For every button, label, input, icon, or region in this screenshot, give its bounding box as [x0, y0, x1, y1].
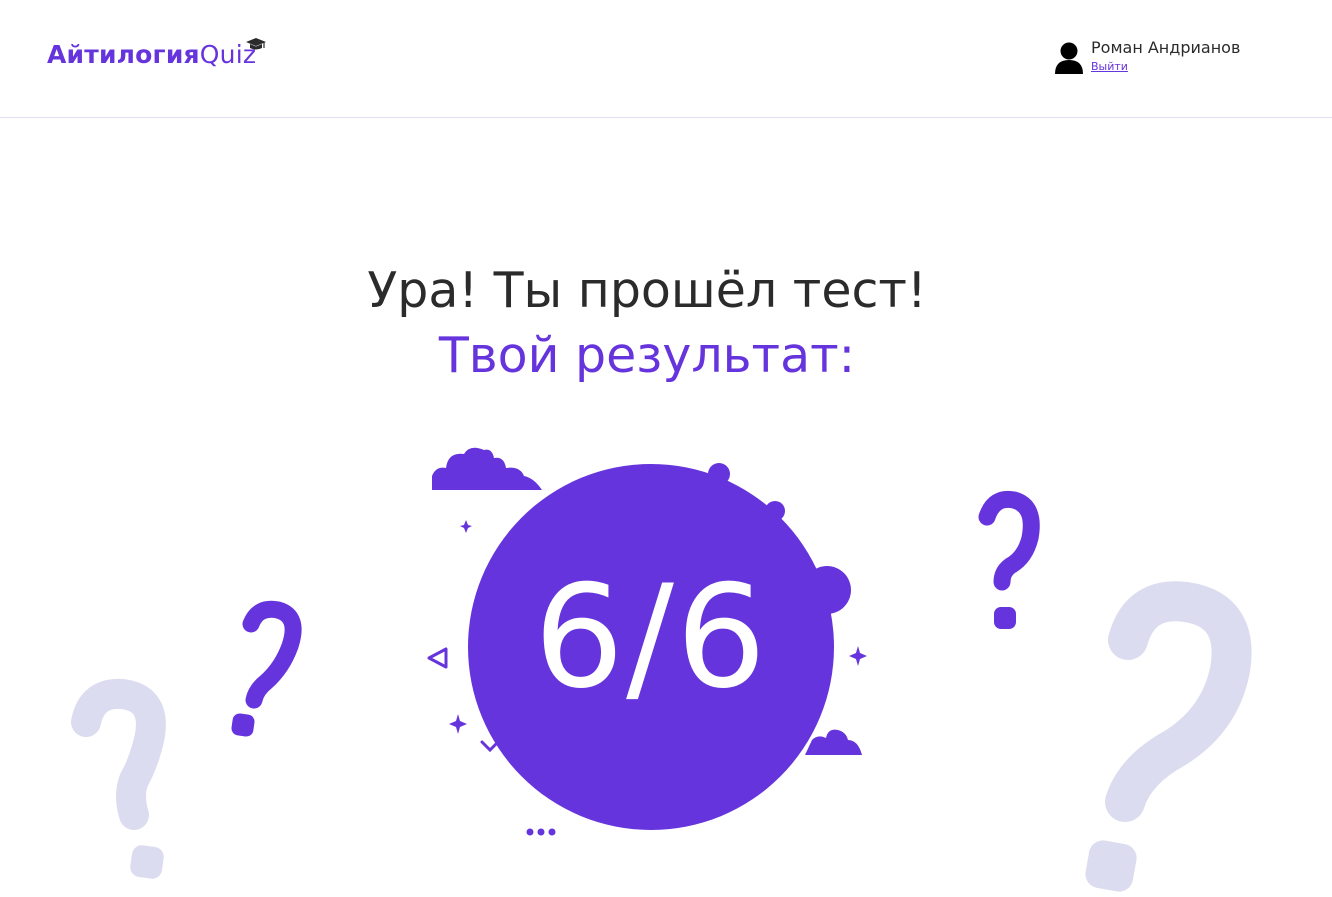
question-mark-dot: [231, 713, 255, 737]
dot: [526, 828, 534, 836]
header: АйтилогияQuiz Роман Андрианов Выйти: [0, 0, 1332, 118]
sparkle-icon: [849, 646, 867, 666]
logo[interactable]: АйтилогияQuiz: [47, 38, 267, 70]
question-mark-dot: [1085, 840, 1137, 892]
cloud-icon: [805, 729, 862, 755]
result-subtitle: Твой результат:: [438, 327, 856, 384]
result-title: Ура! Ты прошёл тест!: [367, 262, 927, 319]
score-circle: 6/6: [468, 464, 834, 830]
triangle-icon: [427, 647, 448, 669]
question-mark-icon: [978, 490, 1040, 591]
user-avatar-icon: [1055, 42, 1083, 74]
logo-main-text: Айтилогия: [47, 40, 200, 69]
dot: [537, 828, 545, 836]
cloud-icon: [432, 447, 542, 490]
question-mark-icon: [71, 678, 166, 830]
user-name: Роман Андрианов: [1091, 38, 1241, 57]
question-mark-dot: [130, 845, 164, 879]
graduation-cap-icon: [246, 38, 267, 50]
logout-link[interactable]: Выйти: [1091, 60, 1128, 74]
question-mark-icon: [1105, 581, 1252, 822]
sparkle-icon: [449, 714, 467, 734]
score-value: 6/6: [533, 555, 769, 720]
question-mark-dot: [994, 607, 1016, 629]
user-panel: Роман Андрианов Выйти: [1054, 38, 1294, 78]
dot: [548, 828, 556, 836]
sparkle-icon: [460, 520, 472, 533]
question-mark-icon: [242, 600, 302, 709]
